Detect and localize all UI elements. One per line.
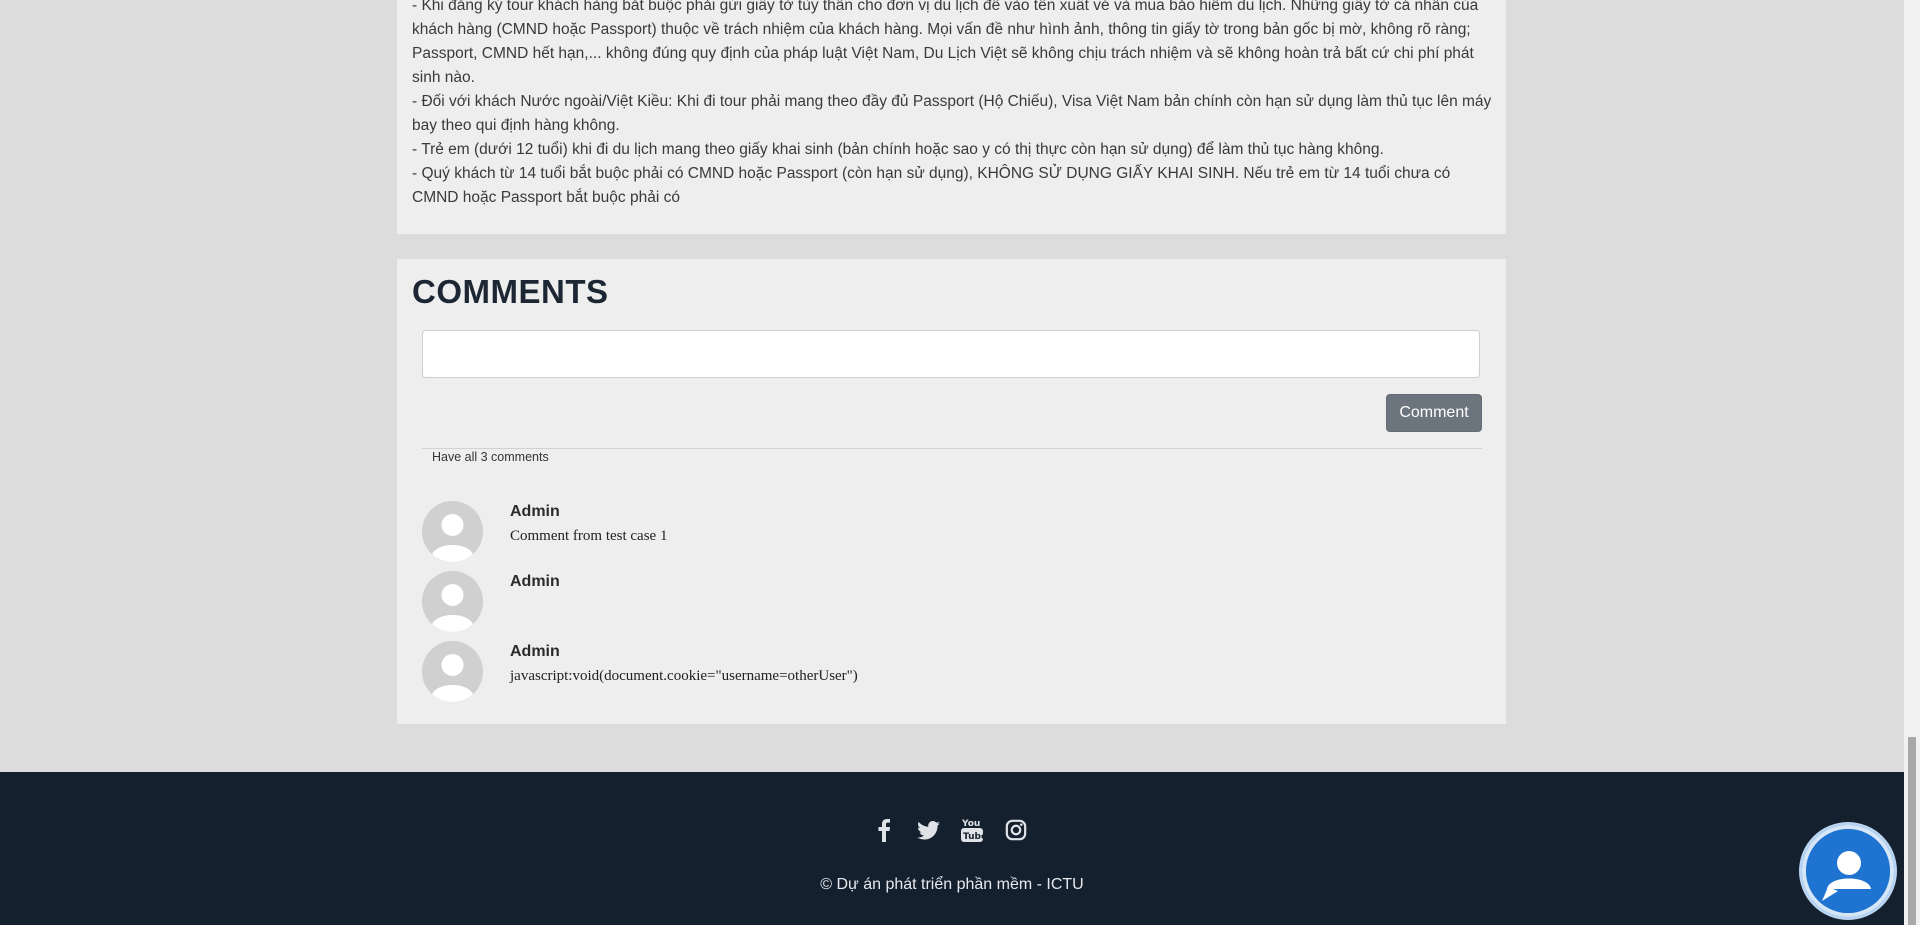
- divider: [422, 448, 1482, 449]
- comment-count: Have all 3 comments: [432, 450, 549, 464]
- comment-author: Admin: [510, 503, 560, 520]
- page: - Khi đăng ký tour khách hàng bắt buộc p…: [0, 0, 1920, 925]
- svg-text:Tube: Tube: [963, 832, 983, 842]
- svg-text:You: You: [961, 819, 980, 829]
- comment-item: Admin javascript:void(document.cookie="u…: [422, 641, 1482, 703]
- comment-text: javascript:void(document.cookie="usernam…: [510, 668, 858, 684]
- copyright-text: © Dự án phát triển phần mềm - ICTU: [820, 876, 1084, 893]
- tour-notes-card: - Khi đăng ký tour khách hàng bắt buộc p…: [397, 0, 1506, 234]
- avatar: [422, 501, 483, 562]
- tour-notes-text: - Khi đăng ký tour khách hàng bắt buộc p…: [412, 0, 1492, 210]
- comment-item: Admin Comment from test case 1: [422, 501, 1482, 563]
- comments-section: COMMENTS Comment Have all 3 comments Adm…: [397, 259, 1506, 724]
- note-line: - Trẻ em (dưới 12 tuổi) khi đi du lịch m…: [412, 141, 1384, 158]
- note-line: - Đối với khách Nước ngoài/Việt Kiều: Kh…: [412, 93, 1492, 134]
- comment-item: Admin: [422, 571, 1482, 633]
- youtube-icon[interactable]: You Tube: [960, 818, 984, 842]
- note-line: - Quý khách từ 14 tuổi bắt buộc phải có …: [412, 165, 1451, 206]
- comment-author: Admin: [510, 573, 560, 590]
- avatar: [422, 641, 483, 702]
- scrollbar-thumb[interactable]: [1908, 737, 1916, 925]
- comment-input[interactable]: [422, 330, 1480, 378]
- user-avatar-icon: [422, 571, 483, 632]
- user-avatar-icon: [422, 501, 483, 562]
- facebook-icon[interactable]: [872, 818, 896, 842]
- page-scrollbar[interactable]: [1904, 0, 1920, 925]
- instagram-icon[interactable]: [1004, 818, 1028, 842]
- comments-title: COMMENTS: [412, 273, 609, 310]
- chat-button[interactable]: [1802, 825, 1894, 917]
- avatar: [422, 571, 483, 632]
- user-avatar-icon: [422, 641, 483, 702]
- footer: You Tube © Dự án phát triển phần mềm - I…: [0, 772, 1904, 925]
- comment-button[interactable]: Comment: [1386, 394, 1482, 432]
- note-line: - Khi đăng ký tour khách hàng bắt buộc p…: [412, 0, 1479, 86]
- social-links: You Tube: [872, 818, 1028, 842]
- twitter-icon[interactable]: [916, 818, 940, 842]
- comment-text: Comment from test case 1: [510, 528, 668, 544]
- chat-user-icon: [1806, 829, 1890, 913]
- comment-author: Admin: [510, 643, 560, 660]
